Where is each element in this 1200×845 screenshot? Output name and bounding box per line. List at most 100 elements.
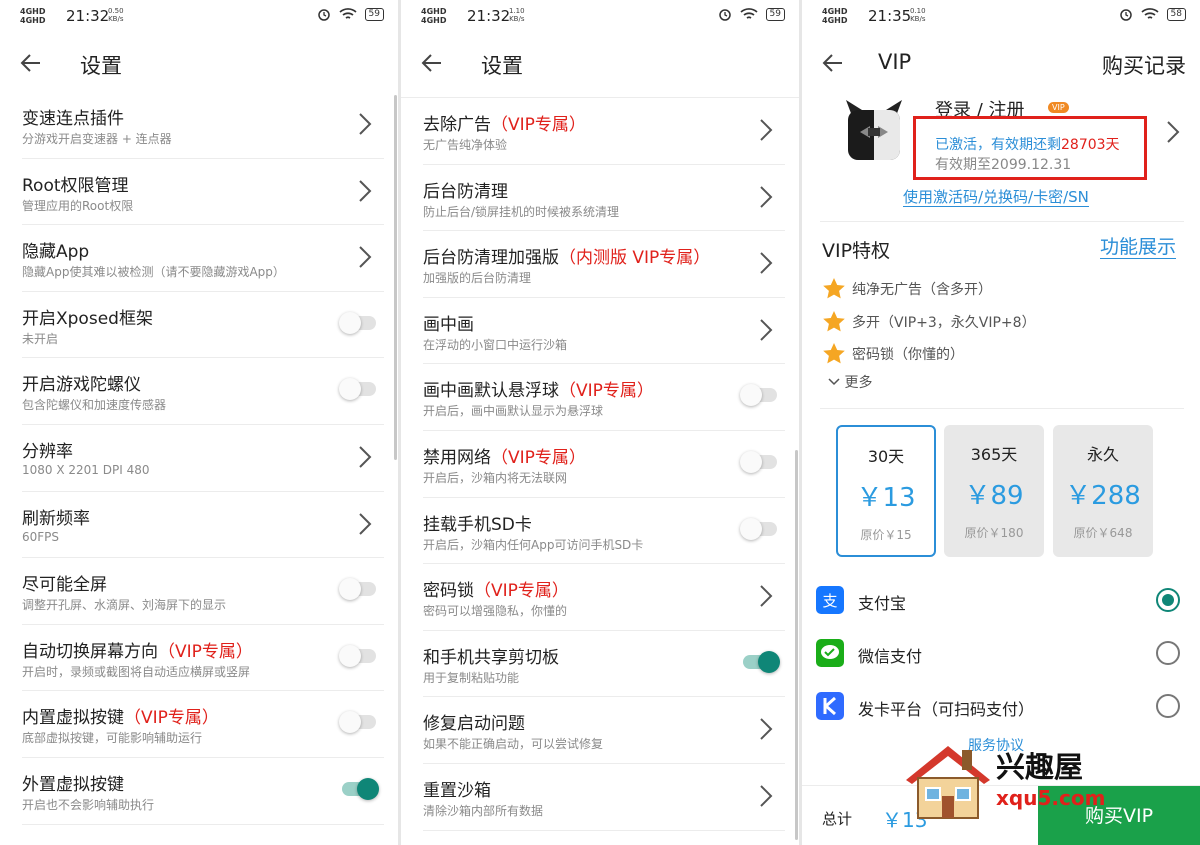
plan-original-price: 原价￥648 [1073, 526, 1133, 540]
settings-row-title: 和手机共享剪切板 [423, 643, 559, 668]
settings-row-subtitle: 密码可以增强隐私，你懂的 [423, 604, 568, 619]
settings-row-label: 去除广告 [423, 115, 491, 135]
settings-row-title: 尽可能全屏 [22, 570, 107, 595]
payment-card-platform[interactable]: 发卡平台（可扫码支付） [816, 690, 1180, 730]
plan-30-days[interactable]: 30天 ￥13 原价￥15 [836, 425, 936, 557]
toggle-knob [339, 378, 361, 401]
settings-row[interactable]: 外置虚拟按键 开启也不会影响辅助执行 [22, 758, 384, 825]
chevron-right-icon[interactable] [358, 445, 372, 469]
toggle-knob [357, 777, 379, 800]
net-speed: 1.10 KB/s [509, 7, 525, 23]
settings-row-label: 外置虚拟按键 [22, 774, 124, 795]
chevron-right-icon[interactable] [759, 717, 773, 741]
toggle-switch-off[interactable] [339, 644, 376, 667]
purchase-record-link[interactable]: 购买记录 [1102, 50, 1186, 80]
status-bar: 4GHD 4GHD 21:32 1.10 KB/s 59 [401, 0, 799, 34]
settings-row[interactable]: 画中画 在浮动的小窗口中运行沙箱 [423, 298, 785, 365]
chevron-right-icon[interactable] [759, 118, 773, 142]
toggle-switch-off[interactable] [740, 517, 777, 540]
settings-row-title: 密码锁（VIP专属） [423, 576, 569, 601]
more-toggle[interactable]: 更多 [828, 372, 872, 392]
house-logo-icon [906, 746, 990, 819]
plan-original-price: 原价￥15 [860, 528, 912, 542]
chevron-right-icon[interactable] [358, 245, 372, 269]
settings-row[interactable]: 分辨率 1080 X 2201 DPI 480 [22, 425, 384, 492]
toggle-switch-off[interactable] [339, 311, 376, 334]
settings-row-subtitle: 管理应用的Root权限 [22, 198, 134, 213]
toggle-switch-off[interactable] [740, 384, 777, 407]
settings-row[interactable]: 刷新频率 60FPS [22, 492, 384, 559]
profile-card[interactable]: 登录 / 注册 VIP 已激活，有效期还剩28703天 有效期至2099.12.… [820, 96, 1190, 216]
toggle-switch-off[interactable] [339, 378, 376, 401]
radio-unselected[interactable] [1156, 641, 1180, 665]
settings-row[interactable]: 和手机共享剪切板 用于复制粘贴功能 [423, 631, 785, 698]
settings-row[interactable]: 开启Xposed框架 未开启 [22, 292, 384, 359]
settings-row[interactable]: 去除广告（VIP专属） 无广告纯净体验 [423, 98, 785, 165]
settings-row-title: 去除广告（VIP专属） [423, 110, 586, 135]
chevron-right-icon[interactable] [759, 584, 773, 608]
network-label: 4GHD [822, 7, 848, 16]
settings-row-subtitle: 开启时，录频或截图将自动适应横屏或竖屏 [22, 664, 251, 679]
activation-code-link[interactable]: 使用激活码/兑换码/卡密/SN [903, 188, 1089, 207]
title-bar: 设置 [0, 34, 398, 92]
toggle-switch-off[interactable] [339, 578, 376, 601]
feature-demo-link[interactable]: 功能展示 [1099, 236, 1176, 259]
chevron-right-icon[interactable] [358, 112, 372, 136]
settings-row-subtitle: 分游戏开启变速器 + 连点器 [22, 132, 172, 146]
settings-row[interactable]: 自动切换屏幕方向（VIP专属） 开启时，录频或截图将自动适应横屏或竖屏 [22, 625, 384, 692]
chevron-right-icon[interactable] [759, 185, 773, 209]
settings-row[interactable]: 内置虚拟按键（VIP专属） 底部虚拟按键，可能影响辅助运行 [22, 691, 384, 758]
settings-row-label: 修复启动问题 [423, 714, 525, 735]
payment-alipay[interactable]: 支 支付宝 [816, 584, 1180, 624]
settings-row[interactable]: 后台防清理 防止后台/锁屏挂机的时候被系统清理 [423, 165, 785, 232]
chevron-right-icon[interactable] [759, 318, 773, 342]
settings-row[interactable]: 密码锁（VIP专属） 密码可以增强隐私，你懂的 [423, 564, 785, 631]
radio-unselected[interactable] [1156, 694, 1180, 718]
plan-365-days[interactable]: 365天 ￥89 原价￥180 [944, 425, 1044, 557]
chevron-right-icon[interactable] [358, 512, 372, 536]
back-arrow-icon[interactable] [421, 52, 443, 74]
back-arrow-icon[interactable] [822, 52, 844, 74]
radio-selected[interactable] [1156, 588, 1180, 612]
settings-row-label: 刷新频率 [22, 508, 90, 529]
chevron-right-icon[interactable] [759, 784, 773, 808]
settings-row[interactable]: 尽可能全屏 调整开孔屏、水滴屏、刘海屏下的显示 [22, 558, 384, 625]
network-indicator: 4GHD 4GHD [421, 7, 446, 25]
settings-row[interactable]: 重置沙箱 清除沙箱内部所有数据 [423, 764, 785, 831]
chevron-right-icon[interactable] [1166, 120, 1180, 144]
back-arrow-icon[interactable] [20, 52, 42, 74]
toggle-switch-on[interactable] [342, 777, 379, 800]
payment-wechat[interactable]: 微信支付 [816, 637, 1180, 677]
chevron-right-icon[interactable] [358, 179, 372, 203]
watermark-name: 兴趣屋 [996, 750, 1084, 784]
scrollbar[interactable] [795, 450, 798, 840]
plan-price: ￥13 [856, 483, 916, 513]
activation-prefix: 已激活，有效期还剩 [935, 137, 1061, 153]
settings-row[interactable]: 挂载手机SD卡 开启后，沙箱内任何App可访问手机SD卡 [423, 498, 785, 565]
net-speed-value: 0.50 [108, 7, 124, 15]
toggle-switch-off[interactable] [339, 711, 376, 734]
settings-row[interactable]: 画中画默认悬浮球（VIP专属） 开启后，画中画默认显示为悬浮球 [423, 364, 785, 431]
settings-row[interactable]: 开启游戏陀螺仪 包含陀螺仪和加速度传感器 [22, 358, 384, 425]
total-label: 总计 [822, 810, 853, 828]
settings-row[interactable]: 变速连点插件 分游戏开启变速器 + 连点器 [22, 92, 384, 159]
status-icons: 59 [718, 7, 785, 21]
settings-row[interactable]: Root权限管理管理应用的Root权限 [22, 159, 384, 226]
perk-item: 纯净无广告（含多开） [822, 276, 992, 302]
settings-row[interactable]: 修复启动问题 如果不能正确启动，可以尝试修复 [423, 697, 785, 764]
settings-row[interactable]: 禁用网络（VIP专属） 开启后，沙箱内将无法联网 [423, 431, 785, 498]
settings-row[interactable]: 后台防清理加强版（内测版 VIP专属） 加强版的后台防清理 [423, 231, 785, 298]
star-icon [823, 311, 845, 332]
toggle-switch-on[interactable] [743, 650, 780, 673]
chevron-right-icon[interactable] [759, 251, 773, 275]
toggle-switch-off[interactable] [740, 450, 777, 473]
status-bar: 4GHD 4GHD 21:35 0.10 KB/s 58 [802, 0, 1200, 34]
alarm-icon [1119, 9, 1132, 21]
network-label: 4GHD [20, 7, 46, 16]
settings-row-label: Root权限管理 [22, 175, 129, 196]
scrollbar[interactable] [394, 95, 397, 460]
settings-row-title: 刷新频率 [22, 504, 90, 529]
plan-lifetime[interactable]: 永久 ￥288 原价￥648 [1053, 425, 1153, 557]
settings-row[interactable]: 隐藏App 隐藏App使其难以被检测（请不要隐藏游戏App） [22, 225, 384, 292]
net-speed-unit: KB/s [509, 15, 525, 23]
